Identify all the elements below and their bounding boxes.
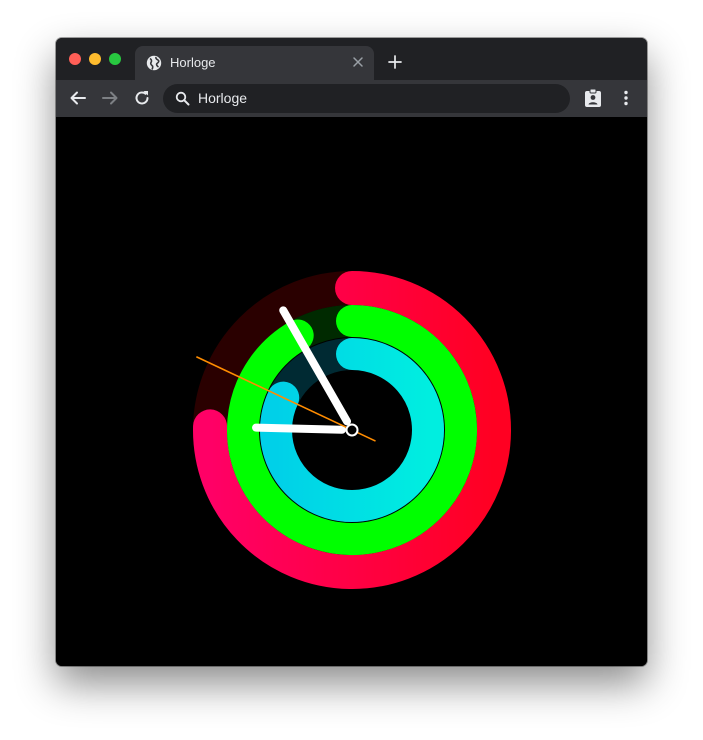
browser-window: Horloge Horloge	[56, 38, 647, 666]
globe-icon	[146, 55, 162, 71]
kebab-menu-icon[interactable]	[617, 89, 635, 107]
minimize-window-button[interactable]	[89, 53, 101, 65]
address-text: Horloge	[198, 90, 248, 106]
clock-center-pin	[345, 423, 359, 437]
new-tab-icon[interactable]	[387, 54, 403, 70]
reload-icon[interactable]	[133, 89, 151, 107]
tab-horloge[interactable]: Horloge	[135, 46, 374, 80]
page-content	[56, 117, 647, 666]
search-icon	[175, 91, 190, 106]
profile-badge-icon[interactable]	[583, 88, 603, 108]
maximize-window-button[interactable]	[109, 53, 121, 65]
tab-title: Horloge	[170, 55, 216, 70]
close-tab-icon[interactable]	[350, 54, 366, 70]
forward-arrow-icon[interactable]	[101, 89, 119, 107]
browser-toolbar: Horloge	[56, 80, 647, 117]
close-window-button[interactable]	[69, 53, 81, 65]
title-bar: Horloge	[56, 38, 647, 80]
address-bar[interactable]: Horloge	[163, 84, 570, 113]
hour-hand	[252, 423, 347, 434]
back-arrow-icon[interactable]	[69, 89, 87, 107]
activity-ring-clock	[193, 271, 511, 589]
